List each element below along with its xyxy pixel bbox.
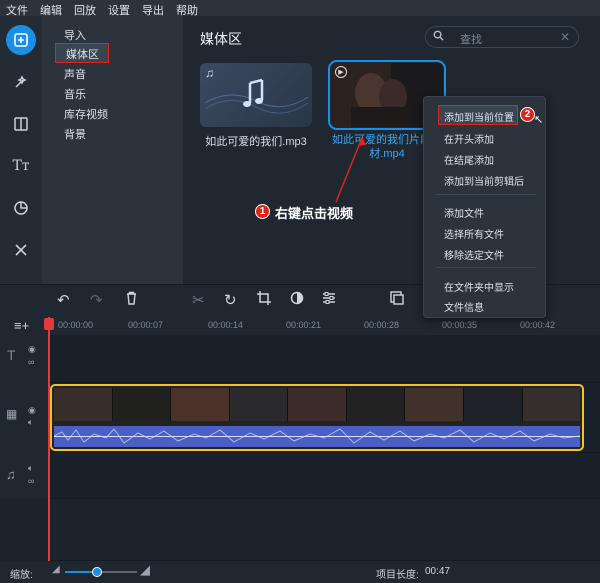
annotation-arrow: [335, 136, 366, 203]
step-2-badge: 2: [520, 107, 535, 122]
step-1-badge: 1: [255, 204, 270, 219]
step-1-label: 右键点击视频: [275, 206, 354, 221]
